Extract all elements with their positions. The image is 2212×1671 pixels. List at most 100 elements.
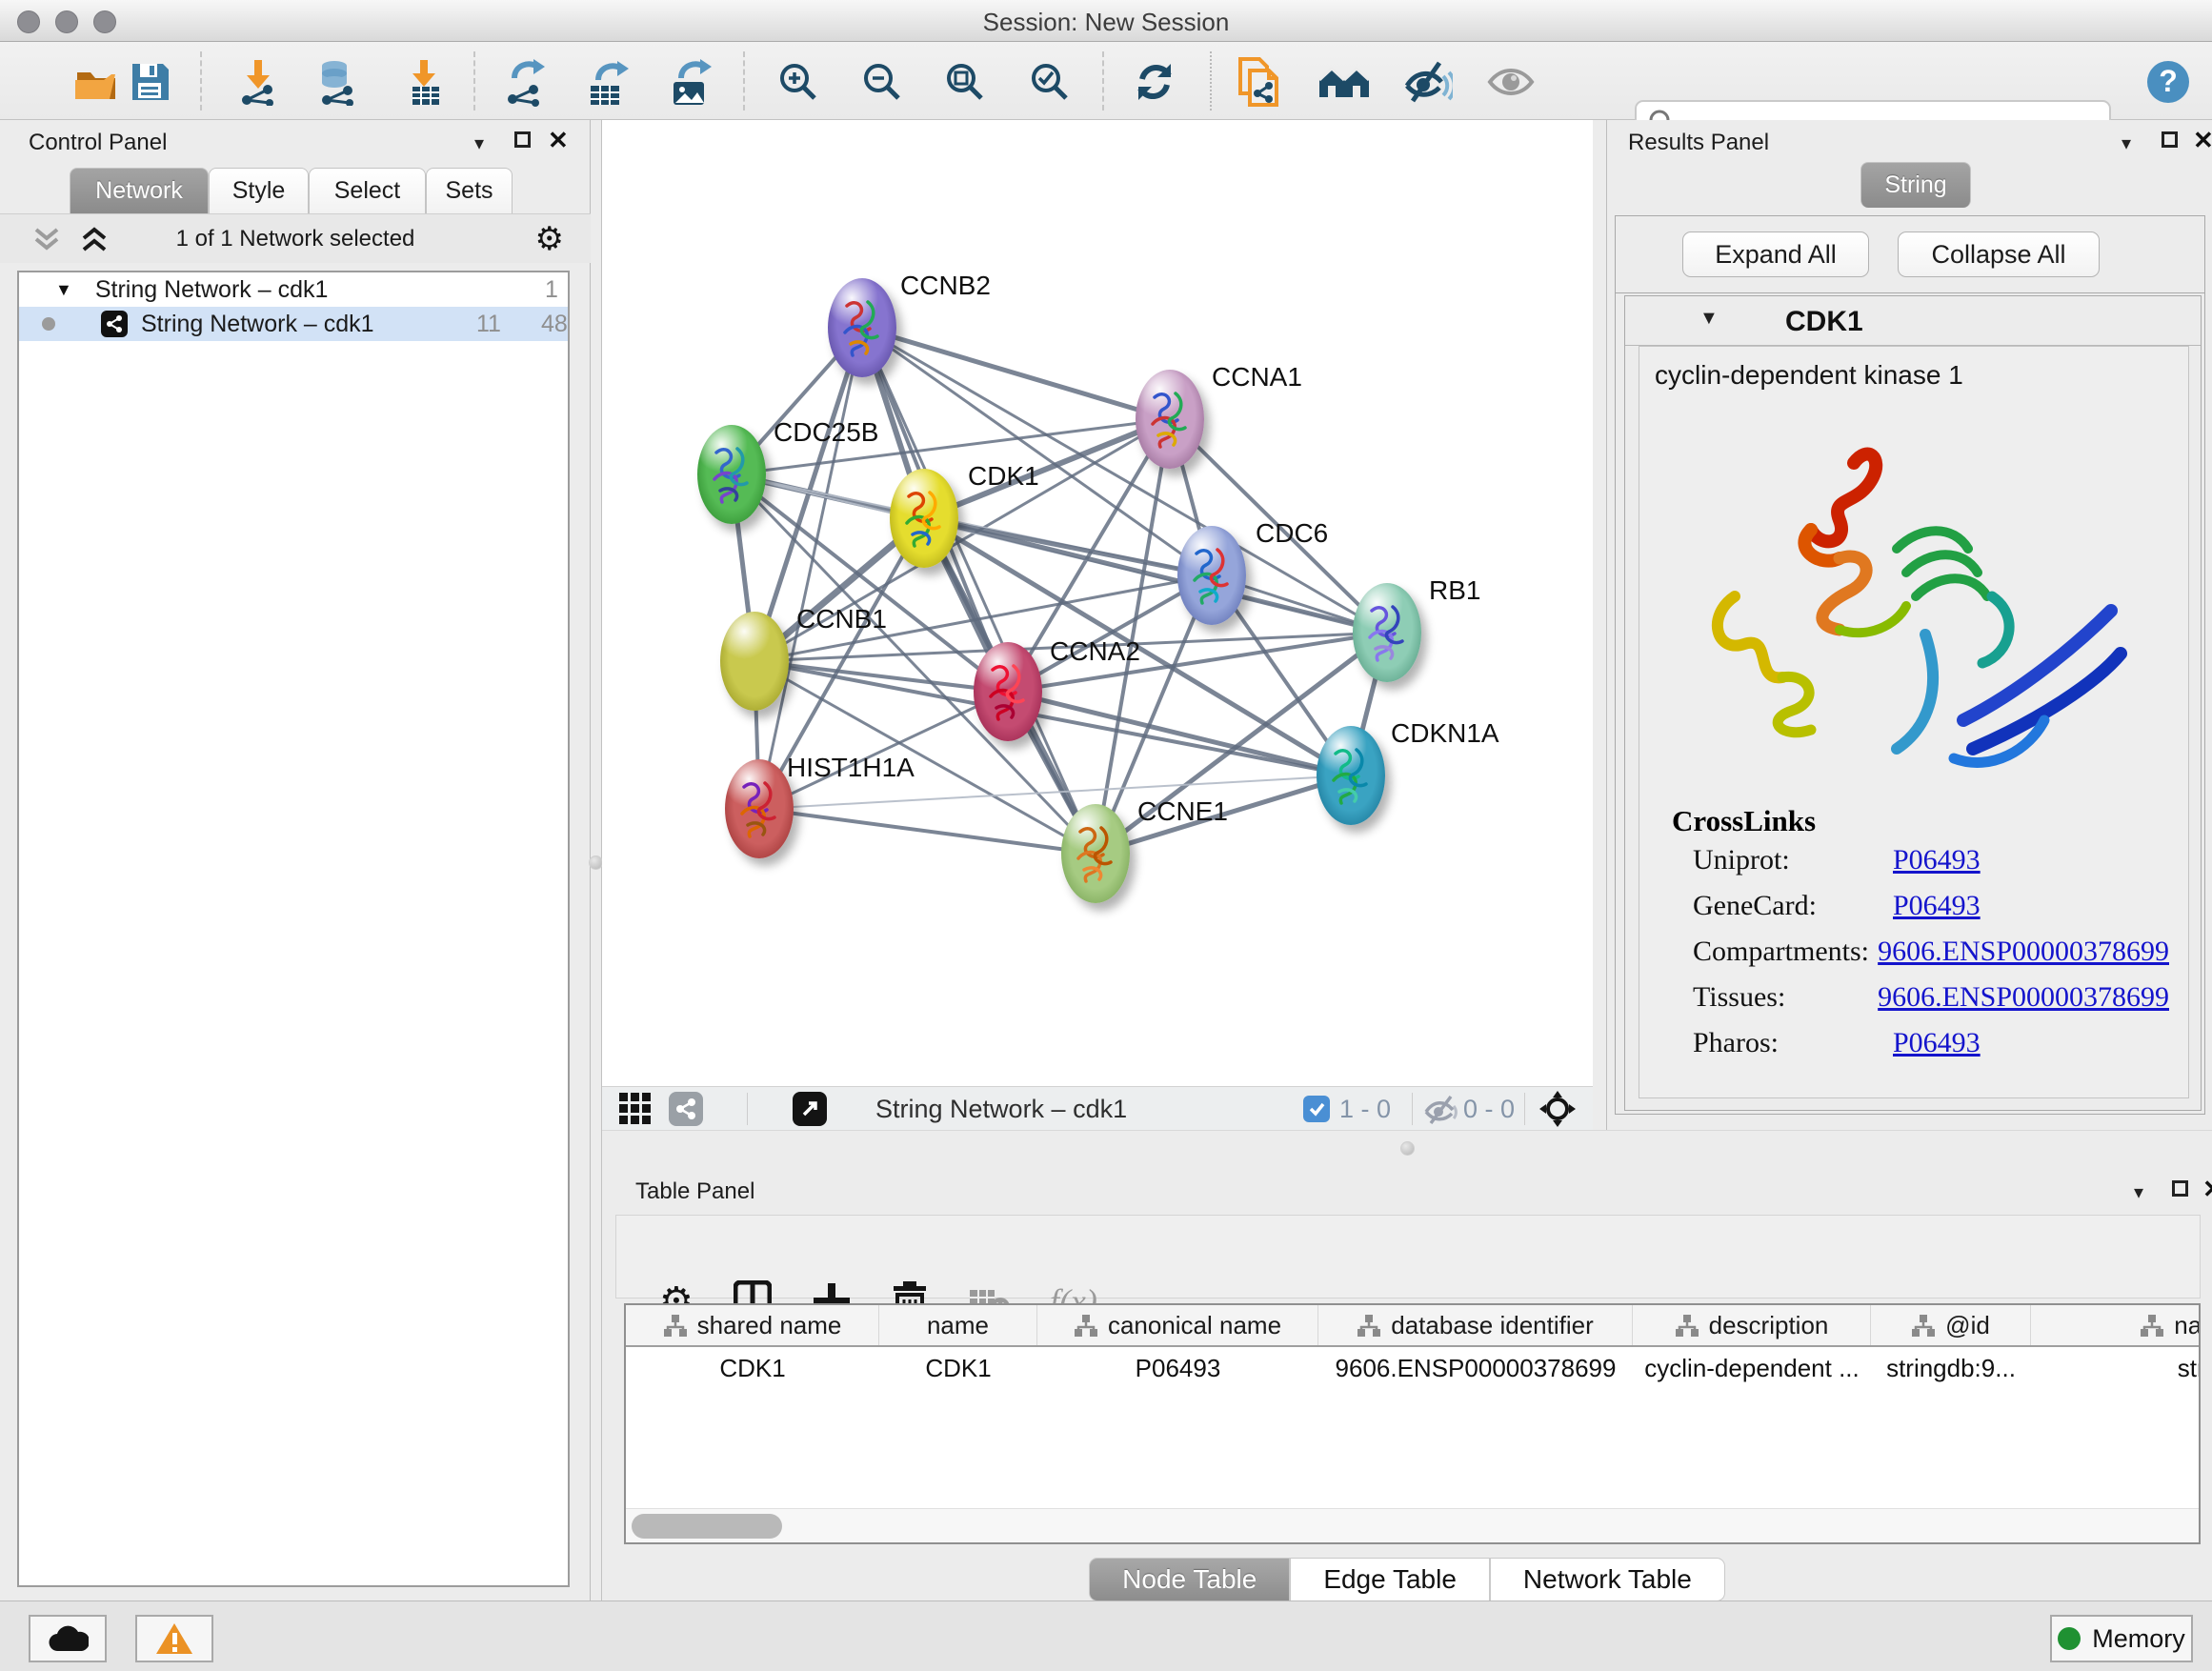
gear-icon[interactable]: ⚙ [535, 220, 564, 258]
export-table-button[interactable] [580, 55, 633, 109]
zoom-fit-button[interactable] [938, 55, 992, 109]
node-CCNA1[interactable] [1136, 370, 1204, 469]
hidden-eye-slash-icon[interactable] [1423, 1095, 1459, 1125]
scrollbar-thumb[interactable] [632, 1514, 782, 1539]
tab-style[interactable]: Style [209, 168, 309, 213]
table-cell[interactable]: P06493 [1037, 1349, 1318, 1387]
column-header-namespace[interactable]: namespace [2031, 1305, 2201, 1345]
table-cell[interactable]: CDK1 [626, 1349, 879, 1387]
memory-button[interactable]: Memory [2050, 1615, 2193, 1662]
open-session-button[interactable] [70, 55, 123, 109]
help-button[interactable]: ? [2142, 55, 2195, 109]
network-selection-status: 1 of 1 Network selected [0, 226, 591, 252]
left-splitter[interactable] [591, 120, 602, 1601]
panel-close-icon[interactable]: ✕ [548, 126, 569, 155]
cybrowser-button[interactable] [1317, 55, 1371, 109]
column-header-database-identifier[interactable]: database identifier [1318, 1305, 1633, 1345]
results-panel: Results Panel ▾ ✕ String Expand All Coll… [1606, 120, 2212, 1130]
import-table-button[interactable] [398, 55, 452, 109]
splitter-handle[interactable] [589, 856, 603, 870]
edge-CCNB2-HIST1H1A[interactable] [759, 328, 862, 809]
node-table[interactable]: shared name namecanonical namedatabase id… [624, 1303, 2201, 1544]
import-network-database-button[interactable] [311, 55, 364, 109]
crosslink-value-link[interactable]: P06493 [1893, 890, 1981, 922]
save-session-button[interactable] [124, 55, 177, 109]
panel-collapse-icon[interactable]: ▾ [2122, 131, 2131, 155]
crosslink-label: Compartments: [1693, 936, 1878, 968]
panel-close-icon[interactable]: ✕ [2202, 1175, 2212, 1204]
horizontal-splitter[interactable] [602, 1130, 2212, 1167]
collapse-all-button[interactable]: Collapse All [1898, 232, 2100, 277]
open-in-window-icon[interactable] [793, 1092, 827, 1126]
show-graphics-details-button[interactable] [1484, 55, 1538, 109]
node-CCNA2[interactable] [974, 642, 1042, 741]
zoom-out-button[interactable] [855, 55, 909, 109]
node-CCNB1[interactable] [720, 612, 789, 711]
export-image-button[interactable] [663, 55, 716, 109]
edge-CCNA2-HIST1H1A[interactable] [759, 692, 1008, 809]
tree-expand-icon[interactable]: ▼ [55, 280, 72, 300]
hide-graphics-details-button[interactable] [1401, 55, 1455, 109]
protein-card-header[interactable]: ▼ CDK1 [1625, 296, 2201, 346]
crosslink-value-link[interactable]: 9606.ENSP00000378699 [1878, 981, 2169, 1014]
node-CDKN1A[interactable] [1317, 726, 1385, 825]
tab-sets[interactable]: Sets [426, 168, 513, 213]
horizontal-scrollbar[interactable] [626, 1508, 2199, 1542]
panel-float-icon[interactable] [2172, 1180, 2188, 1197]
splitter-handle[interactable] [1400, 1141, 1415, 1156]
table-row[interactable]: CDK1CDK1P064939606.ENSP00000378699cyclin… [626, 1349, 2201, 1387]
node-CCNB2[interactable] [828, 278, 896, 377]
grid-icon[interactable] [619, 1093, 652, 1125]
column-header-canonical-name[interactable]: canonical name [1037, 1305, 1318, 1345]
network-collection-row[interactable]: ▼ String Network – cdk1 1 [19, 272, 568, 307]
node-HIST1H1A[interactable] [725, 759, 794, 858]
panel-float-icon[interactable] [514, 131, 531, 148]
column-header-shared-name[interactable]: shared name [626, 1305, 879, 1345]
table-cell[interactable]: cyclin-dependent ... [1633, 1349, 1871, 1387]
export-network-button[interactable] [498, 55, 552, 109]
tab-select[interactable]: Select [309, 168, 426, 213]
node-CCNE1[interactable] [1061, 804, 1130, 903]
panel-collapse-icon[interactable]: ▾ [2134, 1180, 2143, 1204]
panel-close-icon[interactable]: ✕ [2193, 126, 2212, 155]
import-network-file-button[interactable] [231, 55, 285, 109]
column-header-description[interactable]: description [1633, 1305, 1871, 1345]
tab-string[interactable]: String [1860, 162, 1971, 208]
crosslink-value-link[interactable]: 9606.ENSP00000378699 [1878, 936, 2169, 968]
tab-edge-table[interactable]: Edge Table [1290, 1558, 1490, 1601]
string-import-button[interactable] [1232, 55, 1285, 109]
crosshair-icon[interactable] [1538, 1089, 1578, 1129]
edge-HIST1H1A-CCNE1[interactable] [759, 809, 1096, 854]
panel-float-icon[interactable] [2162, 131, 2178, 148]
column-header-label: shared name [697, 1311, 842, 1340]
node-CDK1[interactable] [890, 469, 958, 568]
tab-network[interactable]: Network [70, 168, 209, 213]
node-RB1[interactable] [1353, 583, 1421, 682]
import-table-icon [403, 58, 447, 106]
expand-all-button[interactable]: Expand All [1682, 232, 1869, 277]
table-cell[interactable]: stringdb [2031, 1349, 2201, 1387]
crosslink-value-link[interactable]: P06493 [1893, 844, 1981, 876]
zoom-selected-button[interactable] [1023, 55, 1076, 109]
cloud-button[interactable] [29, 1615, 107, 1662]
table-cell[interactable]: CDK1 [879, 1349, 1037, 1387]
apply-layout-button[interactable] [1129, 55, 1182, 109]
warnings-button[interactable] [135, 1615, 213, 1662]
share-network-icon[interactable] [669, 1092, 703, 1126]
table-cell[interactable]: 9606.ENSP00000378699 [1318, 1349, 1633, 1387]
card-collapse-icon[interactable]: ▼ [1699, 308, 1719, 330]
panel-collapse-icon[interactable]: ▾ [474, 131, 484, 155]
node-CDC6[interactable] [1177, 526, 1246, 625]
crosslink-value-link[interactable]: P06493 [1893, 1027, 1981, 1059]
network-row-selected[interactable]: String Network – cdk1 11 48 [19, 307, 568, 341]
table-cell[interactable]: stringdb:9... [1871, 1349, 2031, 1387]
column-header-name[interactable]: name [879, 1305, 1037, 1345]
tab-node-table[interactable]: Node Table [1089, 1558, 1290, 1601]
zoom-in-button[interactable] [772, 55, 825, 109]
selected-checkbox-icon[interactable] [1303, 1096, 1330, 1122]
edge-CCNB2-CCNA1[interactable] [862, 328, 1170, 419]
network-canvas[interactable]: CCNB2CCNA1CDC25BCDK1CDC6RB1CCNB1CCNA2CDK… [602, 120, 1593, 1086]
column-header-@id[interactable]: @id [1871, 1305, 2031, 1345]
node-CDC25B[interactable] [697, 425, 766, 524]
tab-network-table[interactable]: Network Table [1490, 1558, 1725, 1601]
